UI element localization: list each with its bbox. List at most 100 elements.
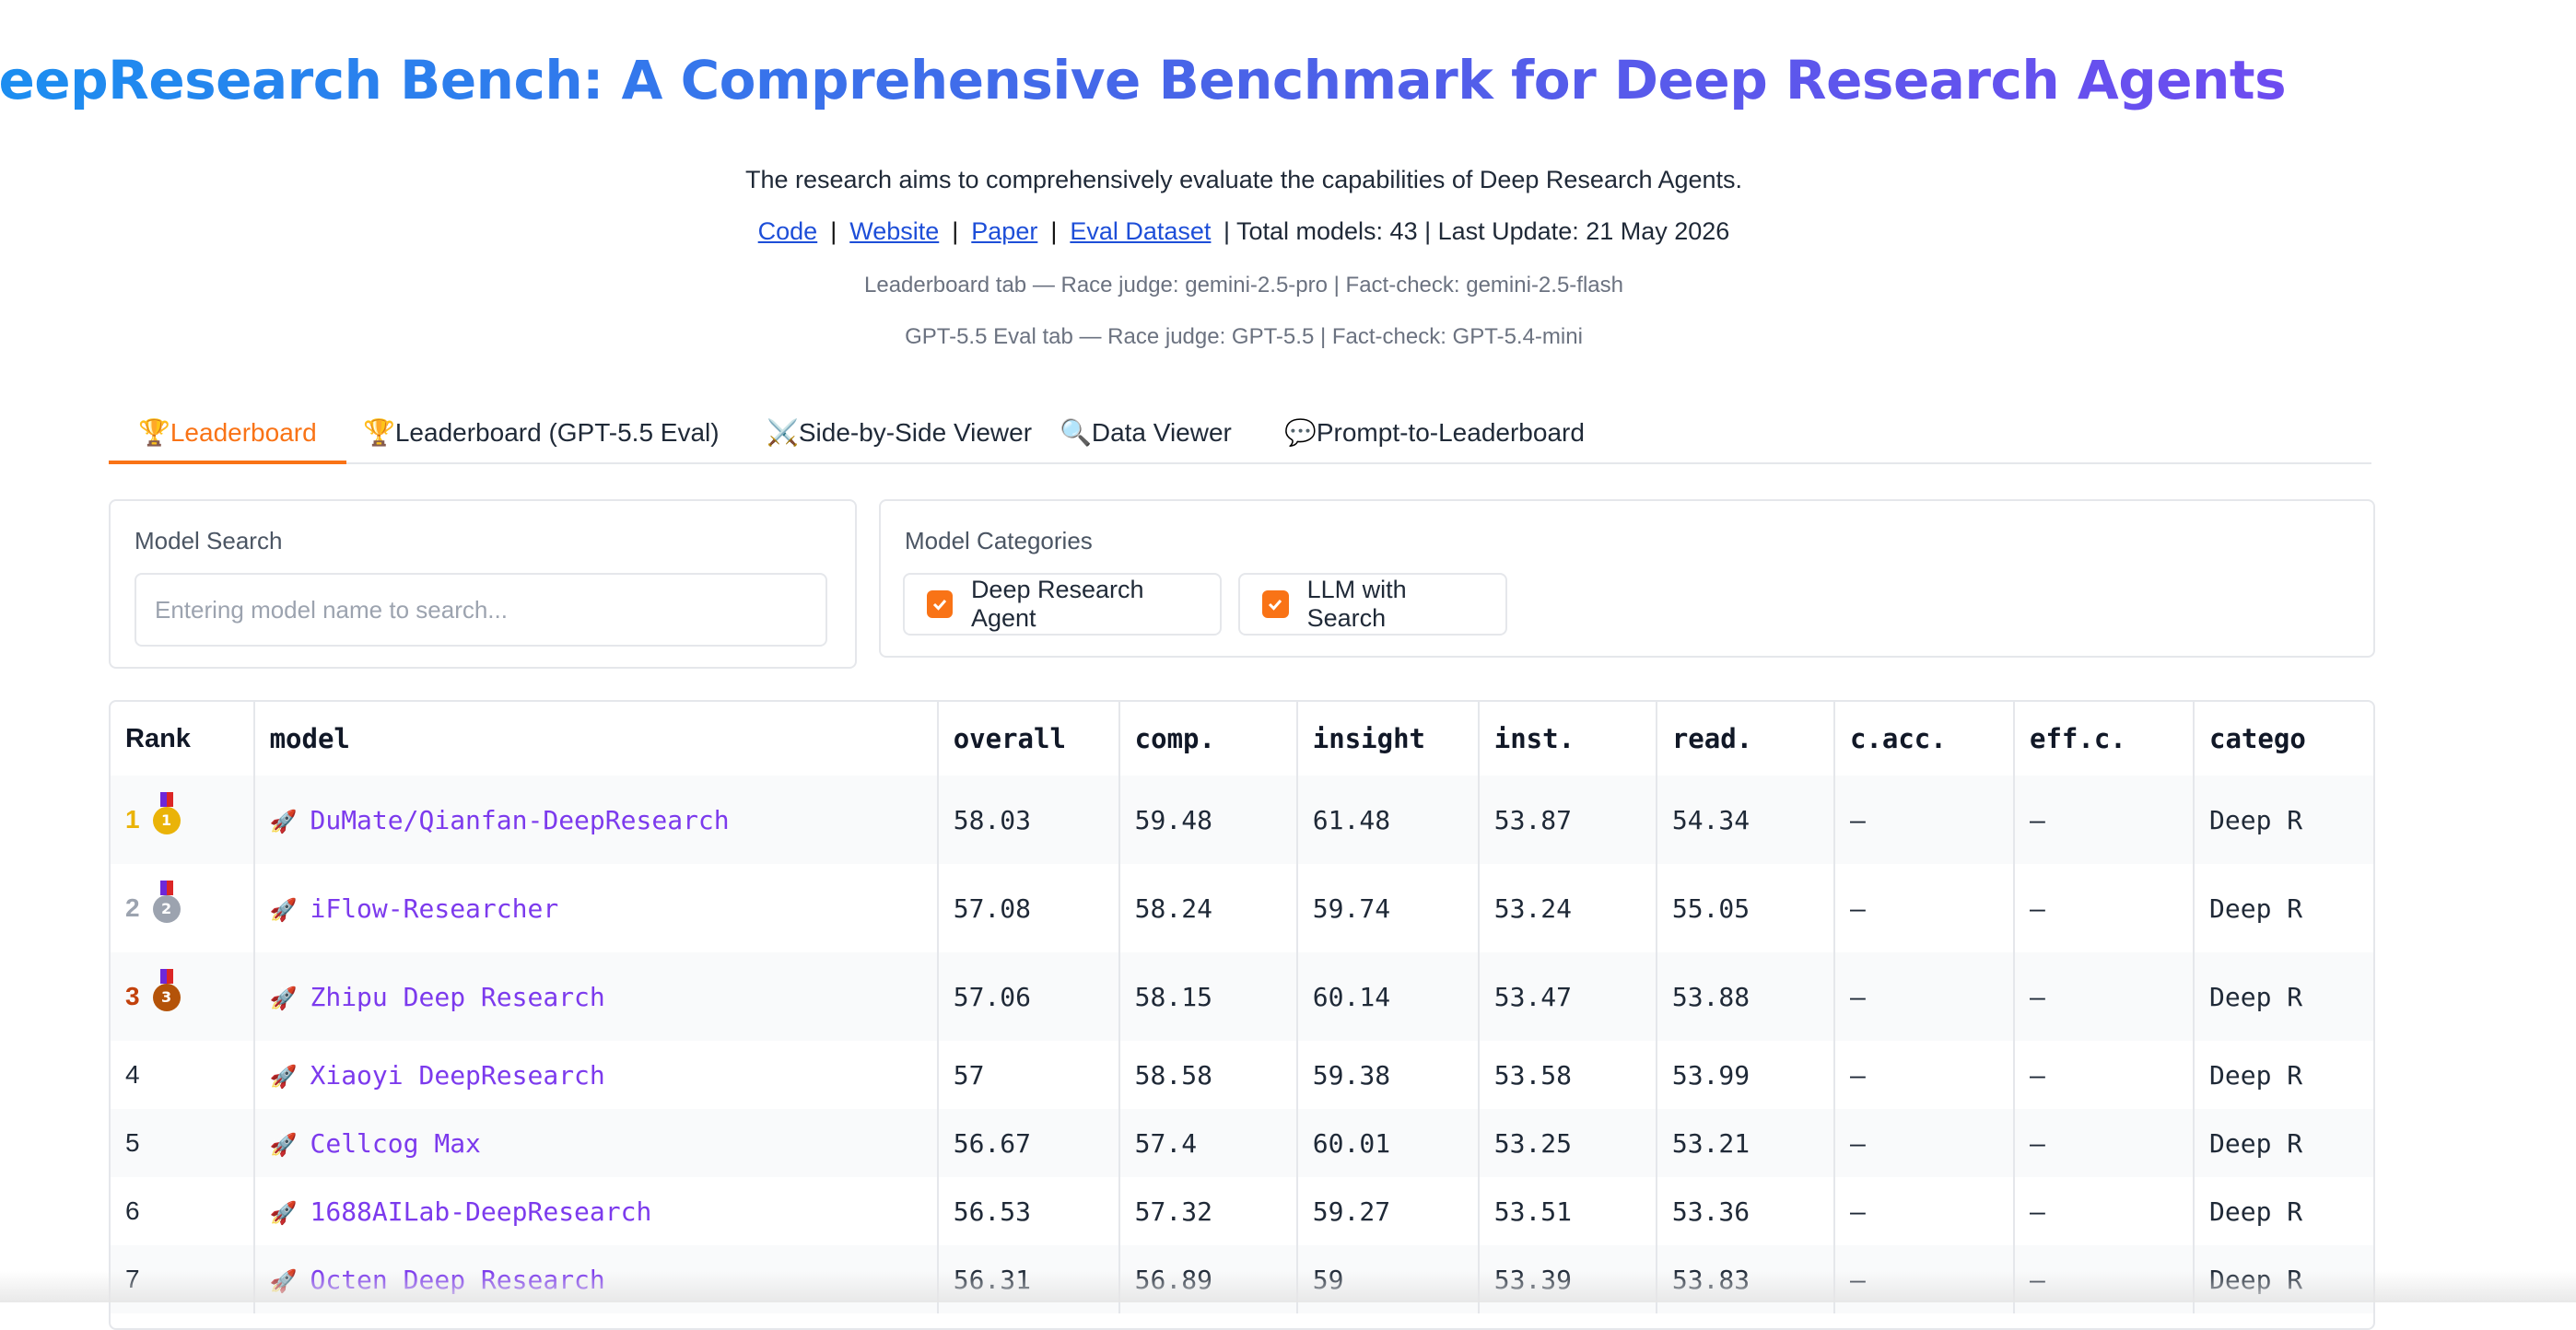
judge-note-leaderboard: Leaderboard tab — Race judge: gemini-2.5… <box>864 273 1623 298</box>
comp-cell: 57.4 <box>1118 1109 1298 1177</box>
rank-number: 2 <box>125 892 140 922</box>
column-header-c-acc[interactable]: c.acc. <box>1833 702 2015 776</box>
category-llm-with-search[interactable]: LLM with Search <box>1238 573 1507 636</box>
insight-cell: 59.38 <box>1296 1041 1480 1109</box>
gold-medal-icon: 1 <box>152 792 181 835</box>
comp-cell: 58.15 <box>1118 952 1298 1041</box>
insight-cell: 60.01 <box>1296 1109 1480 1177</box>
overall-cell: 57.06 <box>937 952 1120 1041</box>
model-cell: 🚀 Cellcog Max <box>253 1109 939 1177</box>
tab-side-by-side-viewer[interactable]: ⚔️Side-by-Side Viewer <box>737 405 1061 461</box>
category-cell: Deep R <box>2209 1059 2303 1091</box>
column-header-rank[interactable]: Rank <box>111 702 255 776</box>
c-acc-cell: – <box>1833 864 2015 952</box>
c-acc-cell: – <box>1833 776 2015 864</box>
column-header-eff-c[interactable]: eff.c. <box>2013 702 2195 776</box>
model-link[interactable]: Cellcog Max <box>310 1128 480 1159</box>
tab-leaderboard[interactable]: 🏆Leaderboard <box>109 405 346 464</box>
silver-medal-icon: 2 <box>152 881 181 924</box>
rank-number: 3 <box>125 981 140 1010</box>
comp-cell: 59.48 <box>1118 776 1298 864</box>
eff-c-cell: – <box>2013 1109 2195 1177</box>
rocket-icon: 🚀 <box>269 1199 298 1226</box>
model-cell: 🚀 DuMate/Qianfan-DeepResearch <box>253 776 939 864</box>
read-cell: 53.88 <box>1656 952 1835 1041</box>
code-link[interactable]: Code <box>758 217 818 245</box>
model-cell: 🚀 Zhipu Deep Research <box>253 952 939 1041</box>
rocket-icon: 🚀 <box>269 985 298 1011</box>
eff-c-cell: – <box>2013 864 2195 952</box>
c-acc-cell: – <box>1833 952 2015 1041</box>
column-header-read[interactable]: read. <box>1656 702 1835 776</box>
category-label: LLM with Search <box>1306 576 1407 632</box>
model-categories-label: Model Categories <box>905 527 1093 554</box>
insight-cell: 59.74 <box>1296 864 1480 952</box>
category-cell: Deep R <box>2209 1196 2303 1227</box>
column-header-overall[interactable]: overall <box>937 702 1120 776</box>
tab-prompt-to-leaderboard[interactable]: 💬Prompt-to-Leaderboard <box>1255 405 1614 461</box>
rank-cell: 33 <box>111 952 255 1041</box>
inst-cell: 53.24 <box>1478 864 1657 952</box>
links-row: Code | Website | Paper | Eval Dataset | Total … <box>0 217 2488 246</box>
checkbox-checked-icon[interactable] <box>927 590 953 618</box>
read-cell: 53.99 <box>1656 1041 1835 1109</box>
website-link[interactable]: Website <box>849 217 939 245</box>
comp-cell: 57.32 <box>1118 1177 1298 1245</box>
c-acc-cell: – <box>1833 1177 2015 1245</box>
insight-cell: 60.14 <box>1296 952 1480 1041</box>
model-link[interactable]: 1688AILab-DeepResearch <box>310 1196 651 1227</box>
category-deep-research-agent[interactable]: Deep Research Agent <box>903 573 1222 636</box>
tab-data-viewer[interactable]: 🔍Data Viewer <box>1030 405 1261 461</box>
link-separator: | <box>952 217 959 245</box>
model-link[interactable]: iFlow-Researcher <box>310 893 558 924</box>
overall-cell: 57.08 <box>937 864 1120 952</box>
page-description: The research aims to comprehensively eva… <box>744 166 1743 193</box>
column-header-inst[interactable]: inst. <box>1478 702 1657 776</box>
model-link[interactable]: Xiaoyi DeepResearch <box>310 1060 604 1091</box>
inst-cell: 53.58 <box>1478 1041 1657 1109</box>
column-header-category[interactable]: catego <box>2194 702 2373 776</box>
model-categories-panel: Model Categories Deep Research Agent LLM… <box>879 499 2375 658</box>
insight-cell: 61.48 <box>1296 776 1480 864</box>
rank-cell: 22 <box>111 864 255 952</box>
rocket-icon: 🚀 <box>269 808 298 834</box>
model-cell: 🚀 Xiaoyi DeepResearch <box>253 1041 939 1109</box>
column-header-comp[interactable]: comp. <box>1118 702 1298 776</box>
eval-dataset-link[interactable]: Eval Dataset <box>1070 217 1211 245</box>
overall-cell: 58.03 <box>937 776 1120 864</box>
table-row: 22 🚀 iFlow-Researcher 57.08 58.24 59.74 5… <box>111 864 2373 952</box>
tab-bar: 🏆Leaderboard 🏆Leaderboard (GPT-5.5 Eval)… <box>109 405 2371 464</box>
model-link[interactable]: Zhipu Deep Research <box>310 982 604 1012</box>
leaderboard-table: Rank model overall comp. insight inst. r… <box>109 700 2375 1330</box>
tab-leaderboard-gpt55-eval[interactable]: 🏆Leaderboard (GPT-5.5 Eval) <box>334 405 749 461</box>
bronze-medal-icon: 3 <box>152 969 181 1012</box>
inst-cell: 53.51 <box>1478 1177 1657 1245</box>
model-search-input[interactable] <box>135 573 827 647</box>
rank-cell: 5 <box>111 1109 255 1177</box>
eff-c-cell: – <box>2013 776 2195 864</box>
inst-cell: 53.47 <box>1478 952 1657 1041</box>
overall-cell: 57 <box>937 1041 1120 1109</box>
column-header-insight[interactable]: insight <box>1296 702 1480 776</box>
page: DeepResearch Bench: A Comprehensive Benc… <box>0 0 2576 1330</box>
rocket-icon: 🚀 <box>269 1131 298 1158</box>
table-row: 33 🚀 Zhipu Deep Research 57.06 58.15 60.1… <box>111 952 2373 1041</box>
comp-cell: 58.24 <box>1118 864 1298 952</box>
rank-cell: 4 <box>111 1041 255 1109</box>
category-label: Deep Research Agent <box>970 576 1144 632</box>
paper-link[interactable]: Paper <box>971 217 1037 245</box>
read-cell: 54.34 <box>1656 776 1835 864</box>
comp-cell: 58.58 <box>1118 1041 1298 1109</box>
category-cell: Deep R <box>2194 1109 2373 1177</box>
eff-c-cell: – <box>2013 952 2195 1041</box>
model-link[interactable]: DuMate/Qianfan-DeepResearch <box>310 805 729 835</box>
rank-cell: 6 <box>111 1177 255 1245</box>
link-separator: | <box>830 217 837 245</box>
judge-note-gpt55: GPT-5.5 Eval tab — Race judge: GPT-5.5 |… <box>905 324 1583 349</box>
checkbox-checked-icon[interactable] <box>1262 590 1289 618</box>
column-header-model[interactable]: model <box>253 702 939 776</box>
table-row: 4 🚀 Xiaoyi DeepResearch 57 58.58 59.38 53… <box>111 1041 2373 1109</box>
eff-c-cell: – <box>2013 1041 2195 1109</box>
read-cell: 55.05 <box>1656 864 1835 952</box>
rank-number: 1 <box>125 804 140 834</box>
